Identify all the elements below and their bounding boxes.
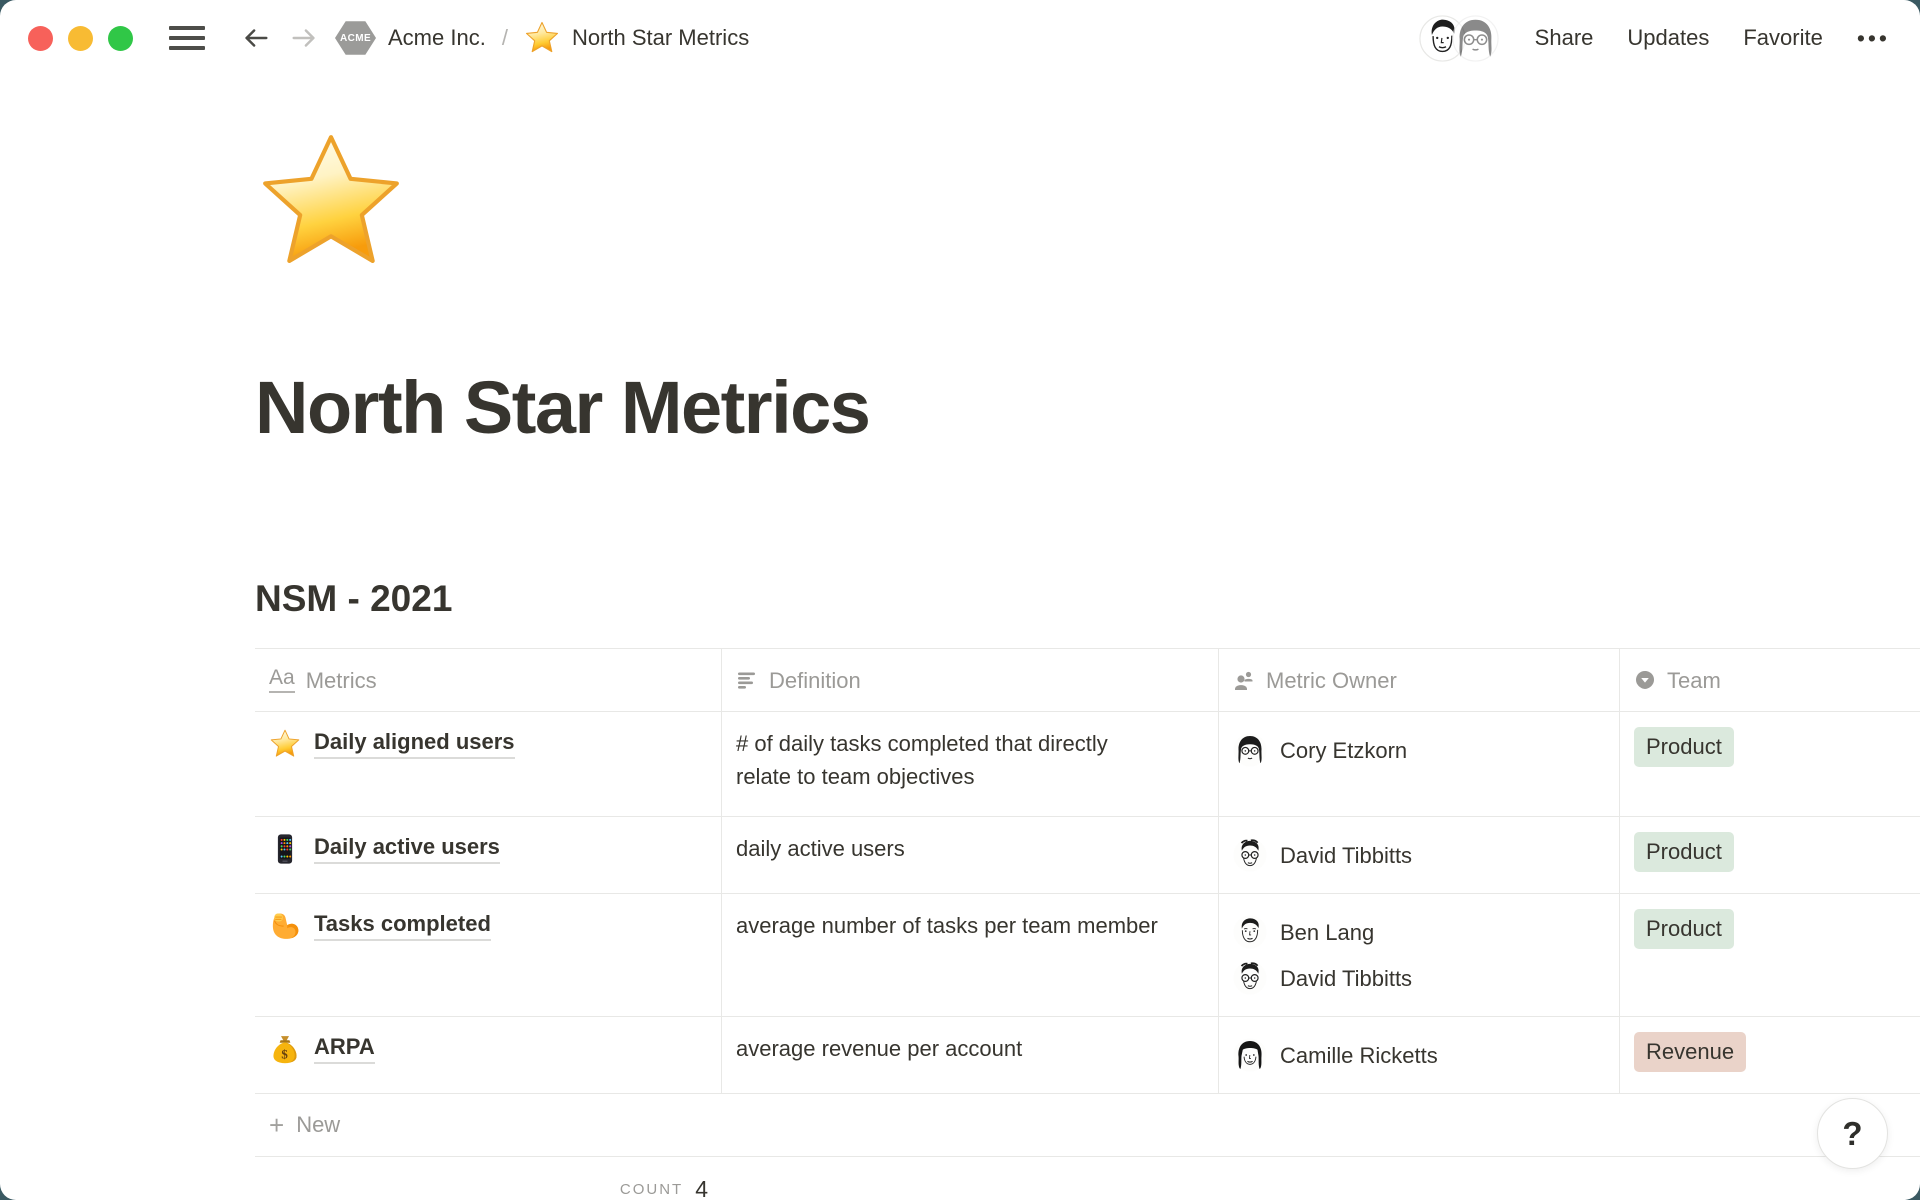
- title-property-icon: Aa: [269, 667, 295, 692]
- page-link[interactable]: ARPA: [314, 1032, 375, 1064]
- topbar-actions: Share Updates Favorite •••: [1419, 15, 1890, 62]
- database-view-heading: NSM - 2021: [255, 578, 1920, 620]
- metric-name-cell[interactable]: $ ARPA: [255, 1017, 722, 1093]
- owner-name: David Tibbitts: [1280, 839, 1412, 872]
- page-link[interactable]: Daily aligned users: [314, 727, 515, 759]
- page-icon-star-emoji[interactable]: [255, 128, 407, 278]
- owner-avatar: [1233, 961, 1267, 995]
- team-cell[interactable]: Product: [1620, 712, 1920, 816]
- person-chip[interactable]: David Tibbitts: [1233, 955, 1605, 1001]
- breadcrumb: ACME Acme Inc. / North Star Metrics: [335, 18, 749, 58]
- owner-avatar: [1233, 838, 1267, 872]
- plus-icon: +: [269, 1112, 284, 1138]
- metric-owner-cell[interactable]: Camille Ricketts: [1219, 1017, 1620, 1093]
- person-chip[interactable]: Ben Lang: [1233, 909, 1605, 955]
- metrics-table: Aa Metrics Definition Me: [255, 648, 1920, 1200]
- definition-cell[interactable]: average revenue per account: [722, 1017, 1219, 1093]
- forward-arrow-icon[interactable]: [287, 21, 321, 55]
- metric-owner-cell[interactable]: David Tibbitts: [1219, 817, 1620, 893]
- definition-cell[interactable]: # of daily tasks completed that directly…: [722, 712, 1219, 816]
- person-chip[interactable]: Cory Etzkorn: [1233, 727, 1605, 773]
- updates-button[interactable]: Updates: [1627, 25, 1709, 51]
- column-header-team[interactable]: Team: [1620, 649, 1920, 711]
- metric-name-cell[interactable]: Tasks completed: [255, 894, 722, 1016]
- count-value: 4: [695, 1176, 708, 1200]
- close-window-button[interactable]: [28, 26, 53, 51]
- zoom-window-button[interactable]: [108, 26, 133, 51]
- acme-workspace-logo[interactable]: ACME: [335, 18, 376, 58]
- team-tag[interactable]: Revenue: [1634, 1032, 1746, 1072]
- back-arrow-icon[interactable]: [239, 21, 273, 55]
- star-emoji-icon: [269, 728, 301, 760]
- table-footer: COUNT 4: [255, 1157, 722, 1200]
- metric-name-cell[interactable]: Daily aligned users: [255, 712, 722, 816]
- text-property-icon: [736, 669, 758, 691]
- breadcrumb-separator: /: [502, 25, 508, 51]
- minimize-window-button[interactable]: [68, 26, 93, 51]
- definition-text: daily active users: [736, 832, 1161, 865]
- team-tag[interactable]: Product: [1634, 909, 1734, 949]
- definition-cell[interactable]: daily active users: [722, 817, 1219, 893]
- share-button[interactable]: Share: [1535, 25, 1594, 51]
- viewer-avatars: [1419, 15, 1499, 62]
- owner-name: Cory Etzkorn: [1280, 734, 1407, 767]
- person-chip[interactable]: Camille Ricketts: [1233, 1032, 1605, 1078]
- sidebar-menu-icon[interactable]: [169, 26, 205, 50]
- owner-avatar: [1233, 1038, 1267, 1072]
- page-link[interactable]: Daily active users: [314, 832, 500, 864]
- team-cell[interactable]: Product: [1620, 817, 1920, 893]
- breadcrumb-workspace-name[interactable]: Acme Inc.: [388, 25, 486, 51]
- metric-owner-cell[interactable]: Ben Lang David Tibbitts: [1219, 894, 1620, 1016]
- breadcrumb-page-title[interactable]: North Star Metrics: [572, 25, 749, 51]
- member-avatar-2[interactable]: [1452, 15, 1499, 62]
- svg-text:$: $: [281, 1047, 288, 1061]
- help-button[interactable]: ?: [1817, 1098, 1888, 1169]
- definition-text: average revenue per account: [736, 1032, 1161, 1065]
- owner-avatar: [1233, 733, 1267, 767]
- definition-cell[interactable]: average number of tasks per team member: [722, 894, 1219, 1016]
- team-tag[interactable]: Product: [1634, 727, 1734, 767]
- new-row-button[interactable]: + New: [255, 1094, 1920, 1157]
- owner-avatar: [1233, 915, 1267, 949]
- favorite-button[interactable]: Favorite: [1743, 25, 1822, 51]
- page-link[interactable]: Tasks completed: [314, 909, 491, 941]
- definition-text: # of daily tasks completed that directly…: [736, 727, 1161, 793]
- person-chip[interactable]: David Tibbitts: [1233, 832, 1605, 878]
- column-label: Metric Owner: [1266, 664, 1397, 697]
- mobile-phone-emoji-icon: [269, 833, 301, 865]
- star-emoji-icon: [524, 20, 560, 56]
- new-row-label: New: [296, 1112, 340, 1138]
- table-header-row: Aa Metrics Definition Me: [255, 649, 1920, 712]
- team-cell[interactable]: Product: [1620, 894, 1920, 1016]
- metric-name-cell[interactable]: Daily active users: [255, 817, 722, 893]
- count-label[interactable]: COUNT: [620, 1181, 683, 1198]
- notion-window: ACME Acme Inc. / North Star Metrics: [0, 0, 1920, 1200]
- table-row: Daily aligned users # of daily tasks com…: [255, 712, 1920, 817]
- column-label: Metrics: [306, 664, 377, 697]
- window-controls: [28, 26, 133, 51]
- team-tag[interactable]: Product: [1634, 832, 1734, 872]
- column-header-definition[interactable]: Definition: [722, 649, 1219, 711]
- column-label: Definition: [769, 664, 861, 697]
- column-label: Team: [1667, 664, 1721, 697]
- owner-name: Camille Ricketts: [1280, 1039, 1438, 1072]
- select-property-icon: [1634, 669, 1656, 691]
- definition-text: average number of tasks per team member: [736, 909, 1161, 942]
- table-row: Tasks completed average number of tasks …: [255, 894, 1920, 1017]
- table-row: Daily active users daily active users: [255, 817, 1920, 894]
- title-bar: ACME Acme Inc. / North Star Metrics: [0, 0, 1920, 76]
- column-header-metric-owner[interactable]: Metric Owner: [1219, 649, 1620, 711]
- flexed-biceps-emoji-icon: [269, 910, 301, 942]
- money-bag-emoji-icon: $: [269, 1033, 301, 1065]
- team-cell[interactable]: Revenue: [1620, 1017, 1920, 1093]
- column-header-metrics[interactable]: Aa Metrics: [255, 649, 722, 711]
- page-title: North Star Metrics: [255, 365, 1920, 450]
- table-row: $ ARPA average revenue per account: [255, 1017, 1920, 1094]
- person-property-icon: [1233, 669, 1255, 691]
- owner-name: David Tibbitts: [1280, 962, 1412, 995]
- metric-owner-cell[interactable]: Cory Etzkorn: [1219, 712, 1620, 816]
- owner-name: Ben Lang: [1280, 916, 1374, 949]
- more-options-icon[interactable]: •••: [1857, 25, 1890, 52]
